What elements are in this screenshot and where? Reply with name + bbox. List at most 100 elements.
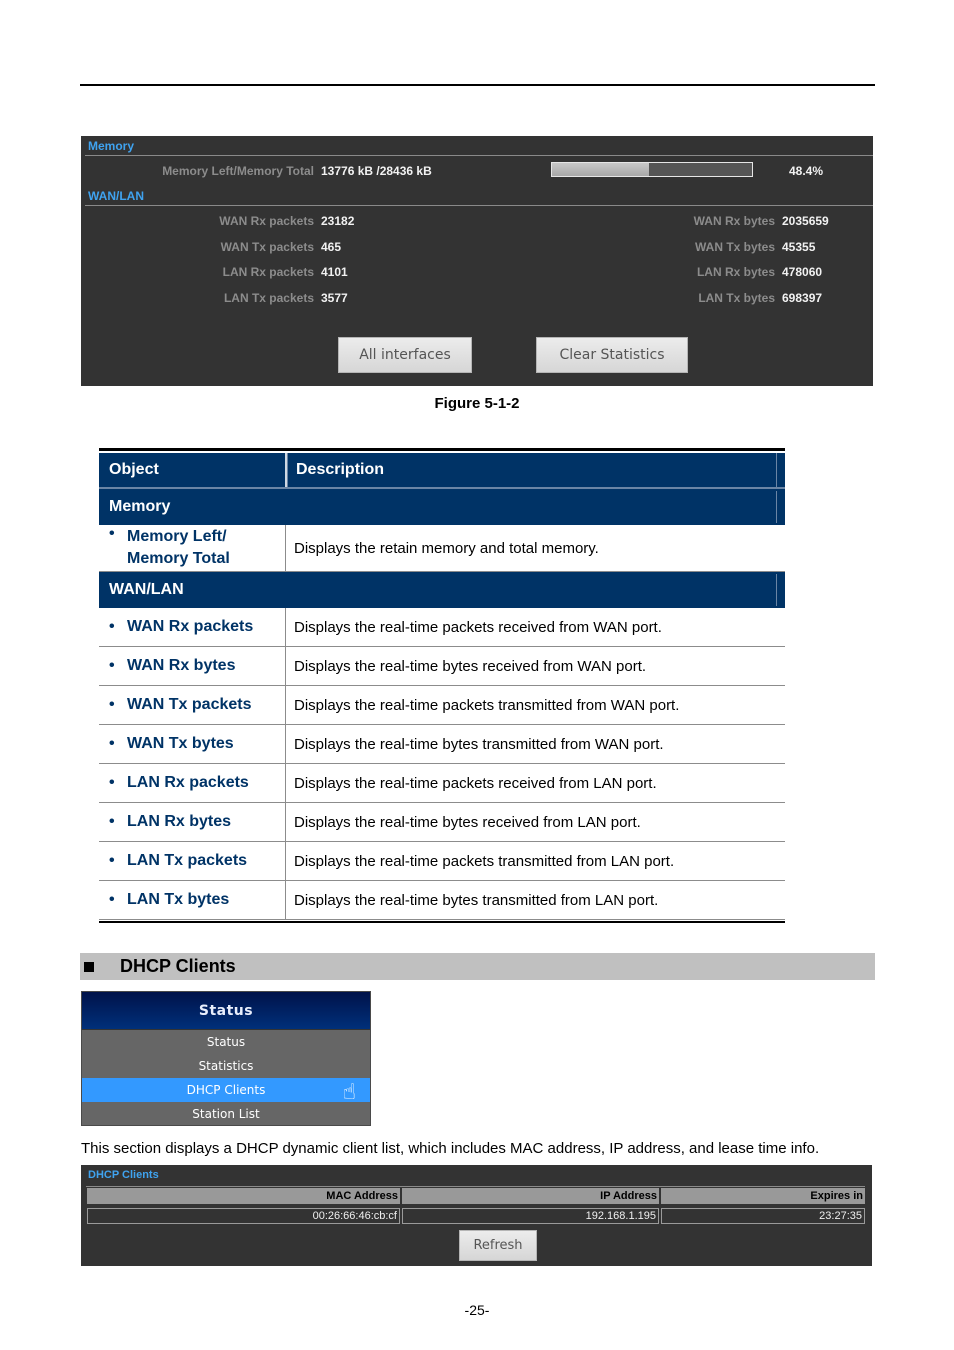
object-line1: Memory Left/ [127,528,227,545]
stat-label: WAN Rx packets [219,214,314,228]
section-row-wanlan: WAN/LAN [99,572,785,608]
body-paragraph: This section displays a DHCP dynamic cli… [81,1140,820,1157]
memory-section-title: Memory [88,139,135,153]
header-object: Object [99,453,287,487]
row-description: Displays the real-time packets received … [294,618,662,636]
object-line2: Memory Total [127,550,230,567]
status-menu: Status Status Statistics DHCP Clients ☝ … [81,991,371,1126]
header-rule [80,84,875,86]
table-row: • WAN Tx packets Displays the real-time pa… [99,686,785,725]
stat-label: LAN Tx bytes [698,291,775,305]
bullet-icon: • [109,774,115,791]
memory-label: Memory Left/Memory Total [162,164,314,178]
memory-value: 13776 kB /28436 kB [321,164,432,178]
table-row: • Memory Left/Memory Total Displays the … [99,525,785,572]
dhcp-clients-panel: DHCP Clients MAC Address IP Address Expi… [81,1165,872,1266]
refresh-button[interactable]: Refresh [459,1230,537,1261]
table-row: • WAN Rx bytes Displays the real-time byte… [99,647,785,686]
stat-value: 465 [321,240,342,254]
bullet-icon: • [109,657,115,674]
statistics-panel: Memory Memory Left/Memory Total 13776 kB… [81,136,873,386]
bullet-icon: • [109,891,115,908]
table-row: • LAN Rx bytes Displays the real-time byte… [99,803,785,842]
stat-label: LAN Rx bytes [696,265,775,279]
table-row: • WAN Tx bytes Displays the real-time byte… [99,725,785,764]
table-row: • LAN Tx bytes Displays the real-time byte… [99,881,785,920]
status-menu-title: Status [82,992,370,1030]
menu-item-statistics[interactable]: Statistics [82,1054,370,1078]
object-label: WAN Rx packets [127,618,254,635]
row-object: • WAN Rx packets [99,608,286,646]
cell-mac: 00:26:66:46:cb:cf [87,1208,400,1224]
column-header-mac: MAC Address [87,1188,400,1204]
bullet-icon: • [109,618,115,635]
cell-expires: 23:27:35 [661,1208,865,1224]
memory-percent: 48.4% [789,164,824,178]
section-heading-text: DHCP Clients [120,956,236,976]
row-object: • LAN Tx bytes [99,881,286,919]
dhcp-panel-title: DHCP Clients [88,1169,159,1181]
stat-value: 2035659 [782,214,829,228]
row-description: Displays the real-time packets transmitt… [294,852,675,870]
row-description: Displays the retain memory and total mem… [294,539,599,557]
memory-progress-bar [551,162,753,177]
object-label: WAN Tx packets [127,696,252,713]
row-description: Displays the real-time bytes transmitted… [294,891,659,909]
row-object: • LAN Tx packets [99,842,286,880]
bullet-icon: • [109,735,115,752]
stat-value: 478060 [782,265,823,279]
row-object: • Memory Left/Memory Total [99,525,286,571]
row-description: Displays the real-time bytes received fr… [294,813,641,831]
menu-item-status[interactable]: Status [82,1030,370,1054]
stat-value: 45355 [782,240,816,254]
bullet-icon: • [109,696,115,713]
table-row: • WAN Rx packets Displays the real-time pa… [99,608,785,647]
clear-statistics-button[interactable]: Clear Statistics [536,337,688,373]
row-object: • LAN Rx packets [99,764,286,802]
object-label: LAN Rx packets [127,774,249,791]
row-object: • LAN Rx bytes [99,803,286,841]
menu-item-station-list[interactable]: Station List [82,1102,370,1126]
table-bottom-rule [99,921,785,923]
description-table: Object Description Memory • Memory Left/… [99,448,785,923]
bullet-icon: • [109,525,115,542]
all-interfaces-button[interactable]: All interfaces [338,337,472,373]
table-header: Object Description [99,453,785,488]
section-row-memory: Memory [99,488,785,525]
object-label: LAN Rx bytes [127,813,232,830]
row-object: • WAN Tx packets [99,686,286,724]
header-description: Description [287,453,777,487]
stat-value: 23182 [321,214,355,228]
stat-value: 3577 [321,291,348,305]
object-label: WAN Rx bytes [127,657,236,674]
cell-ip: 192.168.1.195 [402,1208,659,1224]
row-object: • WAN Rx bytes [99,647,286,685]
table-top-rule [99,448,785,451]
column-header-expires: Expires in [661,1188,865,1204]
memory-progress-fill [552,163,649,176]
menu-item-dhcp-clients[interactable]: DHCP Clients ☝ [82,1078,370,1105]
bullet-icon: • [109,813,115,830]
row-description: Displays the real-time bytes received fr… [294,657,647,675]
row-description: Displays the real-time packets transmitt… [294,696,680,714]
page-number: -25- [464,1302,490,1318]
figure-caption: Figure 5-1-2 [434,395,520,412]
stat-label: WAN Tx bytes [694,240,775,254]
stat-label: WAN Tx packets [220,240,314,254]
bullet-icon: • [109,852,115,869]
square-bullet-icon [84,961,94,972]
object-label: LAN Tx packets [127,852,248,869]
menu-item-label: DHCP Clients [186,1083,266,1097]
table-row: • LAN Tx packets Displays the real-time pa… [99,842,785,881]
dhcp-divider [86,1186,865,1187]
table-row: • LAN Rx packets Displays the real-time pa… [99,764,785,803]
object-label: LAN Tx bytes [127,891,230,908]
wanlan-divider [85,205,873,206]
stat-label: LAN Rx packets [222,265,314,279]
memory-divider [85,155,873,156]
column-header-ip: IP Address [402,1188,659,1204]
stat-label: WAN Rx bytes [693,214,775,228]
stat-value: 4101 [321,265,348,279]
object-label: WAN Tx bytes [127,735,234,752]
row-description: Displays the real-time bytes transmitted… [294,735,664,753]
